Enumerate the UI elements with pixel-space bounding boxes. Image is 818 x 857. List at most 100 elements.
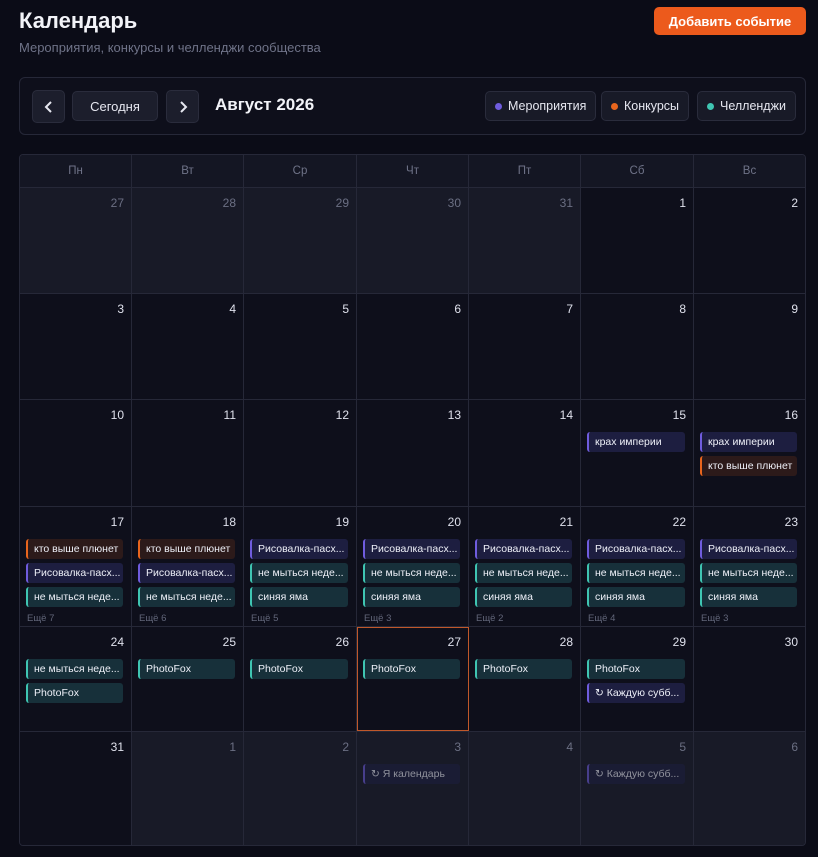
- day-cell[interactable]: 31: [20, 732, 132, 845]
- more-events-link[interactable]: Ещё 6: [138, 613, 235, 624]
- legend-dot-icon: [707, 102, 714, 110]
- event-chip[interactable]: синяя яма: [363, 587, 460, 607]
- add-event-button[interactable]: Добавить событие: [654, 7, 806, 35]
- event-chip[interactable]: не мыться неде...: [700, 563, 797, 583]
- event-chip[interactable]: не мыться неде...: [26, 587, 123, 607]
- day-number: 17: [110, 515, 124, 529]
- event-chip[interactable]: синяя яма: [700, 587, 797, 607]
- legend-events[interactable]: Мероприятия: [485, 91, 597, 121]
- event-chip[interactable]: PhotoFox: [475, 659, 572, 679]
- event-chip[interactable]: Рисовалка-пасх...: [138, 563, 235, 583]
- day-cell[interactable]: 22 Рисовалка-пасх... не мыться неде... синя…: [581, 507, 694, 626]
- day-cell[interactable]: 8: [581, 294, 694, 399]
- day-cell[interactable]: 28: [132, 188, 244, 293]
- day-cell[interactable]: 24 не мыться неде... PhotoFox: [20, 627, 132, 731]
- day-cell[interactable]: 18 кто выше плюнет Рисовалка-пасх... не мыт…: [132, 507, 244, 626]
- day-cell[interactable]: 3 ↻ Я календарь: [357, 732, 469, 845]
- event-chip[interactable]: PhotoFox: [26, 683, 123, 703]
- day-number: 4: [229, 302, 236, 316]
- day-cell[interactable]: 4: [469, 732, 581, 845]
- event-chip[interactable]: ↻ Каждую субб...: [587, 764, 685, 784]
- day-cell[interactable]: 29 PhotoFox ↻ Каждую субб...: [581, 627, 694, 731]
- legend-dot-icon: [495, 102, 502, 110]
- more-events-link[interactable]: Ещё 5: [250, 613, 348, 624]
- event-chip[interactable]: кто выше плюнет: [700, 456, 797, 476]
- event-chip[interactable]: кто выше плюнет: [138, 539, 235, 559]
- event-chip[interactable]: ↻ Каждую субб...: [587, 683, 685, 703]
- day-cell[interactable]: 19 Рисовалка-пасх... не мыться неде... синя…: [244, 507, 357, 626]
- day-cell[interactable]: 17 кто выше плюнет Рисовалка-пасх... не мыт…: [20, 507, 132, 626]
- event-chip[interactable]: Рисовалка-пасх...: [250, 539, 348, 559]
- day-cell[interactable]: 28 PhotoFox: [469, 627, 581, 731]
- event-chip[interactable]: не мыться неде...: [26, 659, 123, 679]
- day-cell[interactable]: 21 Рисовалка-пасх... не мыться неде... синя…: [469, 507, 581, 626]
- day-cell[interactable]: 29: [244, 188, 357, 293]
- day-cell[interactable]: 1: [581, 188, 694, 293]
- day-cell[interactable]: 13: [357, 400, 469, 506]
- day-cell[interactable]: 6: [357, 294, 469, 399]
- day-cell[interactable]: 30: [694, 627, 805, 731]
- day-cell[interactable]: 30: [357, 188, 469, 293]
- day-number: 8: [679, 302, 686, 316]
- day-cell[interactable]: 10: [20, 400, 132, 506]
- event-chip[interactable]: PhotoFox: [250, 659, 348, 679]
- day-cell[interactable]: 14: [469, 400, 581, 506]
- day-cell[interactable]: 6: [694, 732, 805, 845]
- day-cell[interactable]: 7: [469, 294, 581, 399]
- event-chip[interactable]: крах империи: [700, 432, 797, 452]
- event-chip[interactable]: Рисовалка-пасх...: [26, 563, 123, 583]
- more-events-link[interactable]: Ещё 2: [475, 613, 572, 624]
- event-chip[interactable]: не мыться неде...: [587, 563, 685, 583]
- day-cell[interactable]: 12: [244, 400, 357, 506]
- event-chip[interactable]: синяя яма: [250, 587, 348, 607]
- day-cell[interactable]: 2: [244, 732, 357, 845]
- day-number: 11: [223, 408, 236, 422]
- day-cell[interactable]: 23 Рисовалка-пасх... не мыться неде... синя…: [694, 507, 805, 626]
- event-chip[interactable]: синяя яма: [475, 587, 572, 607]
- event-chip[interactable]: PhotoFox: [587, 659, 685, 679]
- day-cell[interactable]: 11: [132, 400, 244, 506]
- event-chip[interactable]: кто выше плюнет: [26, 539, 123, 559]
- day-cell[interactable]: 5: [244, 294, 357, 399]
- day-cell-today[interactable]: 27 PhotoFox: [357, 627, 469, 731]
- day-cell[interactable]: 26 PhotoFox: [244, 627, 357, 731]
- legend-challenges[interactable]: Челленджи: [697, 91, 796, 121]
- legend-contests[interactable]: Конкурсы: [601, 91, 690, 121]
- day-number: 19: [335, 515, 349, 529]
- event-chip[interactable]: PhotoFox: [363, 659, 460, 679]
- day-cell[interactable]: 9: [694, 294, 805, 399]
- day-cell[interactable]: 16 крах империи кто выше плюнет: [694, 400, 805, 506]
- next-month-button[interactable]: [166, 90, 199, 123]
- more-events-link[interactable]: Ещё 7: [26, 613, 123, 624]
- calendar-week: 17 кто выше плюнет Рисовалка-пасх... не мыт…: [20, 507, 805, 627]
- event-chip[interactable]: не мыться неде...: [475, 563, 572, 583]
- weekday-label: Пт: [469, 155, 581, 187]
- event-chip[interactable]: PhotoFox: [138, 659, 235, 679]
- more-events-link[interactable]: Ещё 3: [700, 613, 797, 624]
- day-cell[interactable]: 20 Рисовалка-пасх... не мыться неде... синя…: [357, 507, 469, 626]
- more-events-link[interactable]: Ещё 4: [587, 613, 685, 624]
- event-chip[interactable]: ↻ Я календарь: [363, 764, 460, 784]
- day-cell[interactable]: 3: [20, 294, 132, 399]
- event-chip[interactable]: не мыться неде...: [138, 587, 235, 607]
- event-chip[interactable]: крах империи: [587, 432, 685, 452]
- event-chip[interactable]: синяя яма: [587, 587, 685, 607]
- day-cell[interactable]: 25 PhotoFox: [132, 627, 244, 731]
- day-events: ↻ Я календарь: [363, 764, 460, 788]
- event-chip[interactable]: Рисовалка-пасх...: [363, 539, 460, 559]
- today-button[interactable]: Сегодня: [72, 91, 158, 121]
- day-cell[interactable]: 15 крах империи: [581, 400, 694, 506]
- more-events-link[interactable]: Ещё 3: [363, 613, 460, 624]
- prev-month-button[interactable]: [32, 90, 65, 123]
- event-chip[interactable]: Рисовалка-пасх...: [587, 539, 685, 559]
- event-chip[interactable]: Рисовалка-пасх...: [700, 539, 797, 559]
- day-cell[interactable]: 5 ↻ Каждую субб...: [581, 732, 694, 845]
- event-chip[interactable]: Рисовалка-пасх...: [475, 539, 572, 559]
- event-chip[interactable]: не мыться неде...: [363, 563, 460, 583]
- day-cell[interactable]: 27: [20, 188, 132, 293]
- day-cell[interactable]: 31: [469, 188, 581, 293]
- event-chip[interactable]: не мыться неде...: [250, 563, 348, 583]
- day-cell[interactable]: 4: [132, 294, 244, 399]
- day-cell[interactable]: 1: [132, 732, 244, 845]
- day-cell[interactable]: 2: [694, 188, 805, 293]
